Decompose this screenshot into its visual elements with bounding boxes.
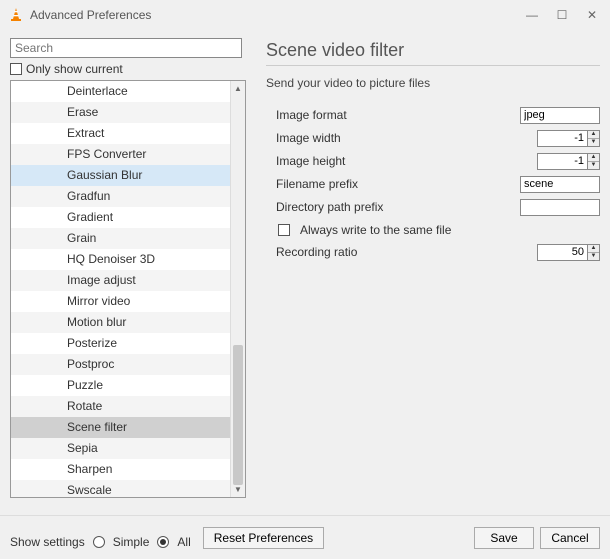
scroll-down-icon[interactable]: ▼ <box>231 482 245 497</box>
list-item[interactable]: Puzzle <box>11 375 245 396</box>
show-settings-label: Show settings <box>10 535 85 549</box>
image-height-input[interactable] <box>537 153 587 170</box>
image-width-label: Image width <box>276 131 426 145</box>
list-item[interactable]: Gradient <box>11 207 245 228</box>
list-item[interactable]: Rotate <box>11 396 245 417</box>
list-item[interactable]: Sepia <box>11 438 245 459</box>
image-width-spinner[interactable]: ▲▼ <box>587 130 600 147</box>
only-current-checkbox[interactable] <box>10 63 22 75</box>
list-item[interactable]: Swscale <box>11 480 245 498</box>
window-title: Advanced Preferences <box>30 8 526 22</box>
list-item[interactable]: Grain <box>11 228 245 249</box>
list-item[interactable]: Postproc <box>11 354 245 375</box>
save-button[interactable]: Save <box>474 527 534 549</box>
list-item[interactable]: Erase <box>11 102 245 123</box>
list-item[interactable]: HQ Denoiser 3D <box>11 249 245 270</box>
scroll-thumb[interactable] <box>233 345 243 485</box>
radio-simple[interactable] <box>93 536 105 548</box>
list-item[interactable]: Gaussian Blur <box>11 165 245 186</box>
image-height-label: Image height <box>276 154 426 168</box>
list-item[interactable]: Gradfun <box>11 186 245 207</box>
image-format-input[interactable] <box>520 107 600 124</box>
list-item[interactable]: Image adjust <box>11 270 245 291</box>
always-write-label: Always write to the same file <box>300 223 451 237</box>
list-item[interactable]: Sharpen <box>11 459 245 480</box>
image-width-input[interactable] <box>537 130 587 147</box>
scroll-up-icon[interactable]: ▲ <box>231 81 245 96</box>
list-item[interactable]: Motion blur <box>11 312 245 333</box>
search-input[interactable] <box>10 38 242 58</box>
list-item[interactable]: Mirror video <box>11 291 245 312</box>
panel-desc: Send your video to picture files <box>266 76 600 90</box>
list-item[interactable]: Posterize <box>11 333 245 354</box>
reset-button[interactable]: Reset Preferences <box>203 527 324 549</box>
maximize-icon[interactable]: ☐ <box>556 8 568 22</box>
recording-ratio-spinner[interactable]: ▲▼ <box>587 244 600 261</box>
filter-list: DeinterlaceEraseExtractFPS ConverterGaus… <box>10 80 246 498</box>
divider <box>266 65 600 66</box>
list-item[interactable]: Scene filter <box>11 417 245 438</box>
radio-all[interactable] <box>157 536 169 548</box>
vlc-icon <box>8 7 24 23</box>
image-format-label: Image format <box>276 108 426 122</box>
recording-ratio-input[interactable] <box>537 244 587 261</box>
always-write-checkbox[interactable] <box>278 224 290 236</box>
panel-title: Scene video filter <box>266 40 600 61</box>
cancel-button[interactable]: Cancel <box>540 527 600 549</box>
list-item[interactable]: FPS Converter <box>11 144 245 165</box>
dir-prefix-input[interactable] <box>520 199 600 216</box>
image-height-spinner[interactable]: ▲▼ <box>587 153 600 170</box>
filename-prefix-label: Filename prefix <box>276 177 426 191</box>
list-item[interactable]: Deinterlace <box>11 81 245 102</box>
only-current-label: Only show current <box>26 62 123 76</box>
radio-simple-label: Simple <box>113 535 150 549</box>
recording-ratio-label: Recording ratio <box>276 245 426 259</box>
minimize-icon[interactable]: — <box>526 8 538 22</box>
dir-prefix-label: Directory path prefix <box>276 200 426 214</box>
filename-prefix-input[interactable] <box>520 176 600 193</box>
radio-all-label: All <box>177 535 190 549</box>
footer: Show settings Simple All Reset Preferenc… <box>0 515 610 559</box>
scrollbar[interactable]: ▲ ▼ <box>230 81 245 497</box>
titlebar: Advanced Preferences — ☐ ✕ <box>0 0 610 30</box>
close-icon[interactable]: ✕ <box>586 8 598 22</box>
list-item[interactable]: Extract <box>11 123 245 144</box>
